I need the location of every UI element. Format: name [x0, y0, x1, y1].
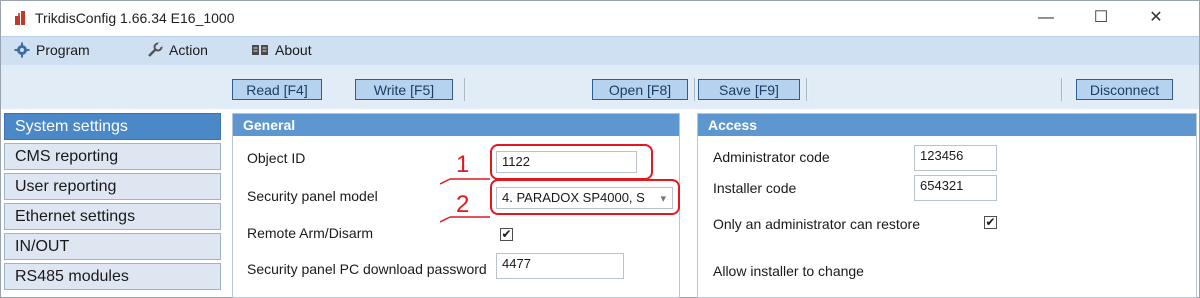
app-logo-icon — [15, 11, 25, 25]
toolbar-separator — [806, 78, 809, 101]
object-id-label: Object ID — [247, 150, 306, 166]
installer-code-field[interactable]: 654321 — [914, 175, 997, 201]
sidebar-item-in-out[interactable]: IN/OUT — [4, 233, 221, 260]
open-button[interactable]: Open [F8] — [592, 79, 688, 100]
title-bar: TrikdisConfig 1.66.34 E16_1000 — ☐ ✕ — [1, 1, 1199, 35]
checkmark-icon: ✔ — [985, 215, 996, 229]
save-button[interactable]: Save [F9] — [698, 79, 800, 100]
admin-restore-label: Only an administrator can restore — [713, 216, 920, 232]
admin-restore-checkbox[interactable]: ✔ — [984, 216, 997, 229]
window-title: TrikdisConfig 1.66.34 E16_1000 — [35, 10, 235, 26]
admin-code-label: Administrator code — [713, 149, 830, 165]
remote-arm-label: Remote Arm/Disarm — [247, 225, 374, 241]
menu-action[interactable]: Action — [147, 42, 208, 58]
panel-model-label: Security panel model — [247, 188, 378, 204]
menu-bar: Program Action About — [1, 36, 1199, 66]
book-icon — [252, 45, 268, 55]
admin-code-field[interactable]: 123456 — [914, 145, 997, 171]
remote-arm-checkbox[interactable]: ✔ — [500, 228, 513, 241]
toolbar-separator — [694, 78, 697, 101]
toolbar: Read [F4] Write [F5] Open [F8] Save [F9]… — [1, 65, 1199, 109]
menu-about-label: About — [275, 42, 312, 58]
toolbar-separator — [464, 78, 467, 101]
write-button[interactable]: Write [F5] — [355, 79, 453, 100]
installer-code-label: Installer code — [713, 180, 797, 196]
menu-about[interactable]: About — [251, 42, 312, 58]
menu-program[interactable]: Program — [14, 42, 90, 58]
access-panel-title: Access — [698, 114, 1196, 136]
maximize-button[interactable]: ☐ — [1081, 5, 1121, 31]
callout-box-2 — [490, 179, 680, 215]
wrench-icon — [148, 42, 163, 57]
pc-password-field[interactable]: 4477 — [496, 253, 624, 279]
menu-program-label: Program — [36, 42, 90, 58]
toolbar-separator — [1061, 78, 1064, 101]
menu-action-label: Action — [169, 42, 208, 58]
sidebar-item-ethernet-settings[interactable]: Ethernet settings — [4, 203, 221, 230]
allow-installer-label: Allow installer to change — [713, 263, 864, 279]
sidebar-item-system-settings[interactable]: System settings — [4, 113, 221, 140]
sidebar-item-cms-reporting[interactable]: CMS reporting — [4, 143, 221, 170]
gear-icon — [14, 42, 30, 58]
sidebar-item-rs485-modules[interactable]: RS485 modules — [4, 263, 221, 290]
pc-password-label: Security panel PC download password — [247, 261, 487, 277]
read-button[interactable]: Read [F4] — [232, 79, 322, 100]
close-button[interactable]: ✕ — [1136, 5, 1176, 31]
callout-box-1 — [490, 144, 653, 180]
general-panel-title: General — [233, 114, 679, 136]
disconnect-button[interactable]: Disconnect — [1076, 79, 1173, 100]
checkmark-icon: ✔ — [501, 227, 512, 241]
minimize-button[interactable]: — — [1026, 5, 1066, 31]
sidebar-item-user-reporting[interactable]: User reporting — [4, 173, 221, 200]
callout-leader-lines — [440, 178, 490, 223]
